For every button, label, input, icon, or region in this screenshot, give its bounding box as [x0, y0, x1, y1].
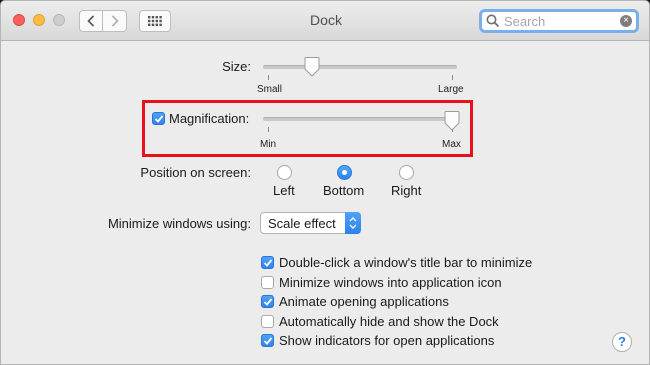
search-icon — [486, 14, 500, 28]
position-left-label: Left — [273, 183, 295, 198]
dock-preferences-window: Dock × Size: Small Large Magnification: … — [0, 0, 650, 365]
double-click-minimize-checkbox[interactable] — [261, 256, 274, 269]
search-input[interactable] — [504, 12, 614, 30]
size-label: Size: — [222, 59, 251, 74]
help-button[interactable]: ? — [612, 332, 632, 352]
magnification-slider-knob[interactable] — [444, 111, 460, 131]
position-right-radio[interactable] — [399, 165, 414, 180]
minimize-into-icon-checkbox[interactable] — [261, 276, 274, 289]
magnification-slider-track[interactable] — [263, 117, 457, 121]
animate-opening-checkbox[interactable] — [261, 295, 274, 308]
magnification-label: Magnification: — [169, 111, 250, 126]
double-click-minimize-label: Double-click a window's title bar to min… — [279, 255, 533, 270]
auto-hide-dock-label: Automatically hide and show the Dock — [279, 314, 499, 329]
popup-arrows-icon — [345, 212, 361, 234]
minimize-effect-value: Scale effect — [268, 216, 336, 231]
show-indicators-checkbox[interactable] — [261, 334, 274, 347]
magnification-min-label: Min — [260, 139, 277, 150]
position-right-label: Right — [391, 183, 422, 198]
clear-search-icon[interactable]: × — [620, 15, 632, 27]
checkmark-icon — [263, 259, 273, 267]
title-bar: Dock × — [1, 1, 649, 41]
auto-hide-dock-checkbox[interactable] — [261, 315, 274, 328]
position-bottom-radio[interactable] — [337, 165, 352, 180]
magnification-highlight — [142, 100, 473, 157]
slider-tick — [268, 75, 269, 80]
slider-tick — [268, 127, 269, 132]
minimize-effect-popup[interactable]: Scale effect — [260, 212, 361, 234]
show-indicators-label: Show indicators for open applications — [279, 333, 495, 348]
size-max-label: Large — [438, 84, 464, 95]
slider-tick — [452, 75, 453, 80]
position-bottom-label: Bottom — [323, 183, 365, 198]
minimize-effect-label: Minimize windows using: — [107, 216, 251, 231]
checkmark-icon — [263, 337, 273, 345]
magnification-max-label: Max — [442, 139, 461, 150]
size-slider-knob[interactable] — [304, 57, 320, 77]
search-field[interactable]: × — [479, 9, 639, 33]
position-left-radio[interactable] — [277, 165, 292, 180]
checkmark-icon — [263, 298, 273, 306]
size-min-label: Small — [257, 84, 283, 95]
animate-opening-label: Animate opening applications — [279, 294, 449, 309]
checkmark-icon — [154, 115, 164, 123]
size-slider-track[interactable] — [263, 65, 457, 69]
magnification-checkbox[interactable] — [152, 112, 165, 125]
position-label: Position on screen: — [140, 165, 251, 180]
minimize-into-icon-label: Minimize windows into application icon — [279, 275, 502, 290]
